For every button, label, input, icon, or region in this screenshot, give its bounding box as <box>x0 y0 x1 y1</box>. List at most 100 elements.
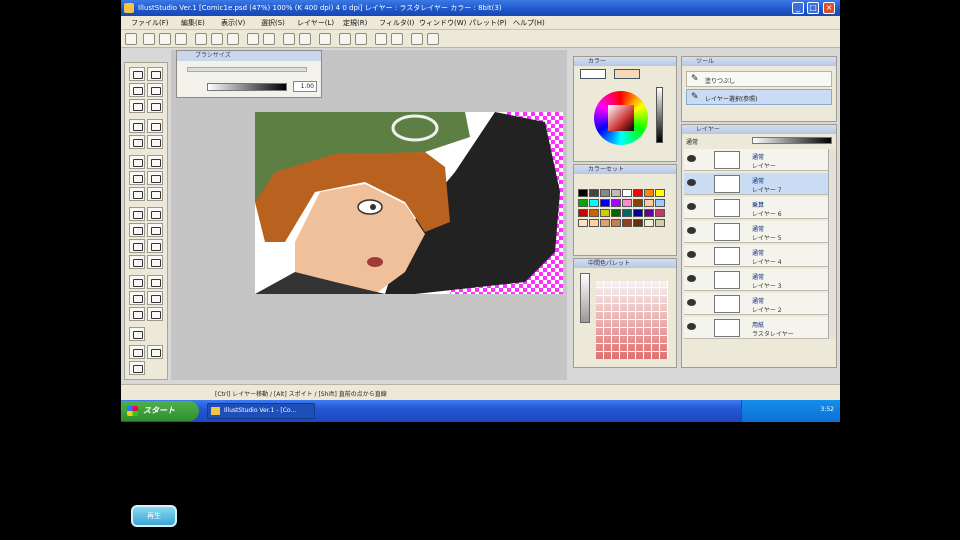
preview-icon[interactable] <box>427 33 439 45</box>
layer-opacity-slider[interactable] <box>752 137 832 144</box>
ellipse-tool-icon[interactable] <box>129 171 145 185</box>
menu-select[interactable]: 選択(S) <box>261 18 285 28</box>
color-swatch[interactable] <box>589 189 599 197</box>
mixer-side-bar[interactable] <box>580 273 590 323</box>
eye-icon[interactable] <box>687 251 696 258</box>
taskbar-app-button[interactable]: IllustStudio Ver.1 - [Co... <box>207 403 315 419</box>
main-color-swatch[interactable] <box>580 69 606 79</box>
new-icon[interactable] <box>125 33 137 45</box>
eye-icon[interactable] <box>687 155 696 162</box>
figure-tool-icon[interactable] <box>129 345 145 359</box>
color-swatch[interactable] <box>633 209 643 217</box>
color-swatch[interactable] <box>611 199 621 207</box>
fill-tool-icon[interactable] <box>129 291 145 305</box>
marker-tool-icon[interactable] <box>129 223 145 237</box>
menu-help[interactable]: ヘルプ(H) <box>513 18 545 28</box>
color-swatch[interactable] <box>578 199 588 207</box>
color-swatch[interactable] <box>589 219 599 227</box>
rotate-tool-icon[interactable] <box>129 83 145 97</box>
color-swatch[interactable] <box>622 199 632 207</box>
sub-color-swatch[interactable] <box>129 361 145 375</box>
frame-tool-icon[interactable] <box>129 187 145 201</box>
start-button[interactable]: スタート <box>121 401 199 421</box>
fill-option-row[interactable]: ✎ 塗りつぶし <box>686 71 832 87</box>
color-swatch[interactable] <box>589 199 599 207</box>
pattern-tool-icon[interactable] <box>147 307 163 321</box>
save-icon[interactable] <box>159 33 171 45</box>
eraser-tool-icon[interactable] <box>129 275 145 289</box>
kneaded-eraser-tool-icon[interactable] <box>147 275 163 289</box>
balloon-tool-icon[interactable] <box>129 327 145 341</box>
menu-view[interactable]: 表示(V) <box>221 18 245 28</box>
zoom-in-icon[interactable] <box>283 33 295 45</box>
undo-icon[interactable] <box>247 33 259 45</box>
eye-icon[interactable] <box>687 323 696 330</box>
flip-icon[interactable] <box>391 33 403 45</box>
menu-window[interactable]: ウィンドウ(W) <box>419 18 466 28</box>
eye-icon[interactable] <box>687 227 696 234</box>
playback-badge[interactable]: 再生 <box>131 505 177 527</box>
color-swatch[interactable] <box>655 219 665 227</box>
open-icon[interactable] <box>143 33 155 45</box>
color-swatch[interactable] <box>611 209 621 217</box>
brush-tool-icon[interactable] <box>147 223 163 237</box>
pencil-tool-icon[interactable] <box>147 207 163 221</box>
print-icon[interactable] <box>175 33 187 45</box>
blend-tool-icon[interactable] <box>129 255 145 269</box>
color-swatch[interactable] <box>644 209 654 217</box>
minimize-button[interactable]: _ <box>792 2 804 14</box>
mixer-grid[interactable] <box>596 281 668 359</box>
tone-tool-icon[interactable] <box>129 307 145 321</box>
layer-scrollbar[interactable] <box>828 149 836 339</box>
opacity-slider[interactable] <box>207 83 287 91</box>
watercolor-tool-icon[interactable] <box>147 239 163 253</box>
maximize-button[interactable]: □ <box>807 2 819 14</box>
cut-icon[interactable] <box>195 33 207 45</box>
grid-icon[interactable] <box>339 33 351 45</box>
polyline-tool-icon[interactable] <box>147 187 163 201</box>
line-tool-icon[interactable] <box>129 155 145 169</box>
color-swatch[interactable] <box>655 209 665 217</box>
color-swatch[interactable] <box>600 189 610 197</box>
tray-clock[interactable]: 3:52 <box>821 406 834 413</box>
zoom-tool-icon[interactable] <box>129 67 145 81</box>
pen-tool-icon[interactable] <box>129 207 145 221</box>
hand-tool-icon[interactable] <box>147 67 163 81</box>
layer-row[interactable]: 通常 レイヤー 3 <box>684 269 832 291</box>
eye-icon[interactable] <box>687 179 696 186</box>
brush-size-slider[interactable] <box>187 67 307 72</box>
curve-tool-icon[interactable] <box>147 155 163 169</box>
selection-icon[interactable] <box>411 33 423 45</box>
saturation-square[interactable] <box>608 105 634 131</box>
color-swatch[interactable] <box>633 219 643 227</box>
color-swatch[interactable] <box>633 189 643 197</box>
layer-row[interactable]: 通常 レイヤー 5 <box>684 221 832 243</box>
menu-ruler[interactable]: 定規(R) <box>343 18 367 28</box>
layer-ref-option-row[interactable]: ✎ レイヤー選択(参照) <box>686 89 832 105</box>
blend-mode-label[interactable]: 通常 <box>686 137 698 146</box>
menu-layer[interactable]: レイヤー(L) <box>297 18 334 28</box>
color-swatch[interactable] <box>578 209 588 217</box>
color-swatch[interactable] <box>622 219 632 227</box>
brush-size-value[interactable]: 1.00 <box>293 81 317 92</box>
color-swatch[interactable] <box>600 209 610 217</box>
copy-icon[interactable] <box>211 33 223 45</box>
select-pen-tool-icon[interactable] <box>147 135 163 149</box>
hue-wheel[interactable] <box>594 91 648 145</box>
redo-icon[interactable] <box>263 33 275 45</box>
color-swatch[interactable] <box>644 199 654 207</box>
gradient-tool-icon[interactable] <box>147 291 163 305</box>
layer-row[interactable]: 通常 レイヤー 7 <box>684 173 832 195</box>
ruler-icon[interactable] <box>355 33 367 45</box>
zoom-out-icon[interactable] <box>299 33 311 45</box>
layer-row[interactable]: 通常 レイヤー 2 <box>684 293 832 315</box>
color-swatch[interactable] <box>644 189 654 197</box>
rotate-icon[interactable] <box>319 33 331 45</box>
move-tool-icon[interactable] <box>147 99 163 113</box>
layer-row[interactable]: 乗算 レイヤー 6 <box>684 197 832 219</box>
eye-icon[interactable] <box>687 203 696 210</box>
transform-icon[interactable] <box>375 33 387 45</box>
paste-icon[interactable] <box>227 33 239 45</box>
close-button[interactable]: × <box>823 2 835 14</box>
rectangle-tool-icon[interactable] <box>147 171 163 185</box>
